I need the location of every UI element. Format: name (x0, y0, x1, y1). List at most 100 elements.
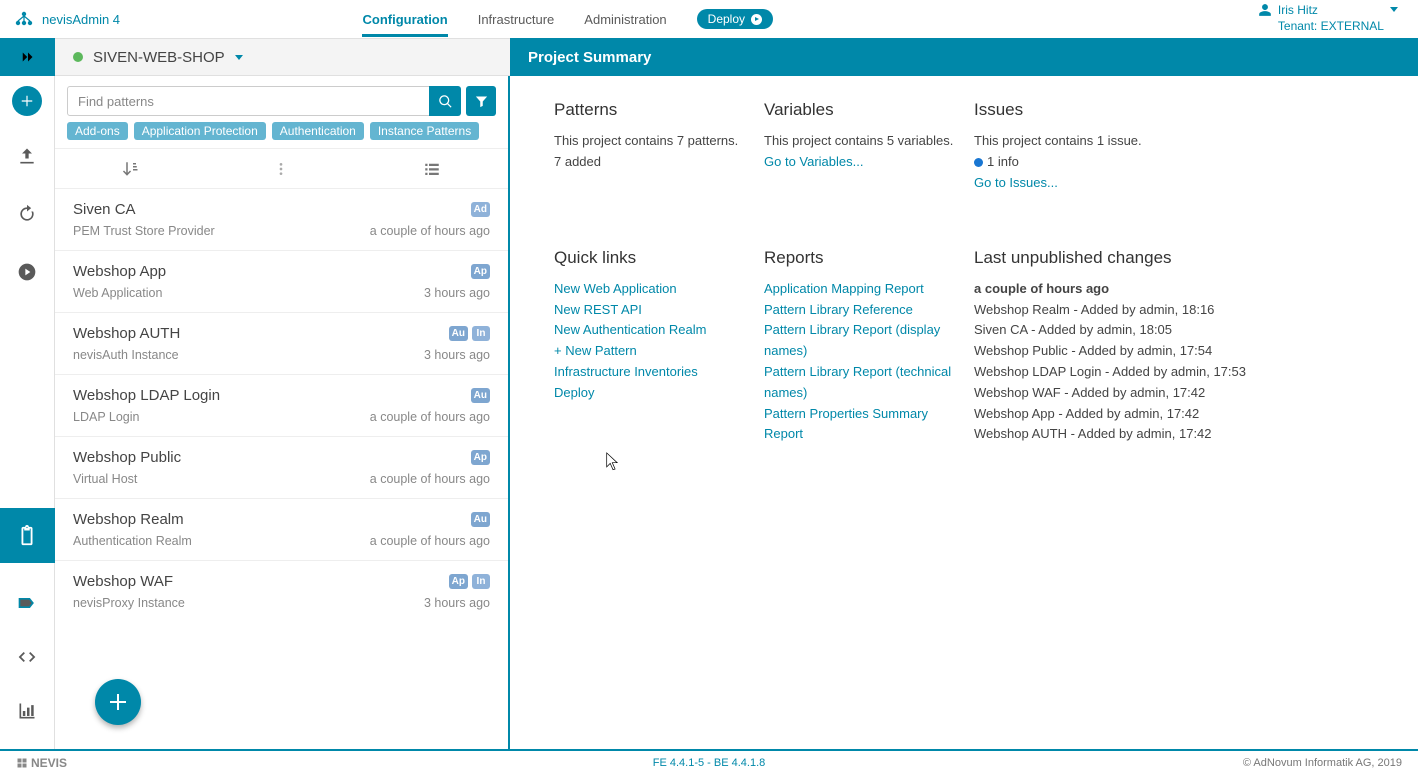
filter-chip[interactable]: Instance Patterns (370, 122, 479, 140)
pattern-badges: Ap (471, 264, 490, 279)
quick-link[interactable]: + New Pattern (554, 341, 754, 362)
pattern-item[interactable]: Webshop LDAP Login Au LDAP Login a couple o… (55, 374, 508, 436)
clipboard-button[interactable] (0, 508, 55, 563)
reports-title: Reports (764, 244, 964, 271)
chevron-down-icon (235, 55, 243, 60)
user-icon (1258, 3, 1272, 17)
quick-link[interactable]: New REST API (554, 300, 754, 321)
search-button[interactable] (429, 86, 461, 116)
filter-chip[interactable]: Authentication (272, 122, 364, 140)
change-entry: Webshop AUTH - Added by admin, 17:42 (974, 424, 1388, 445)
list-view-button[interactable] (358, 149, 507, 188)
add-button[interactable] (12, 86, 42, 116)
pattern-name: Webshop Public (73, 449, 181, 466)
issues-link[interactable]: Go to Issues... (974, 173, 1388, 194)
quick-link[interactable]: Infrastructure Inventories (554, 362, 754, 383)
version-label: FE 4.4.1-5 - BE 4.4.1.8 (653, 757, 766, 769)
pattern-type: LDAP Login (73, 410, 140, 424)
main: Add-ons Application Protection Authenticat… (0, 76, 1418, 749)
status-dot (73, 52, 83, 62)
pattern-name: Webshop Realm (73, 511, 184, 528)
pattern-name: Siven CA (73, 201, 136, 218)
project-name: SIVEN-WEB-SHOP (93, 49, 225, 66)
change-entry: Webshop App - Added by admin, 17:42 (974, 404, 1388, 425)
pattern-time: a couple of hours ago (370, 410, 490, 424)
change-entry: Webshop LDAP Login - Added by admin, 17:… (974, 362, 1388, 383)
quick-link[interactable]: Deploy (554, 383, 754, 404)
pattern-badges: Ap (471, 450, 490, 465)
pattern-badges: AuIn (449, 326, 490, 341)
project-selector[interactable]: SIVEN-WEB-SHOP (55, 38, 510, 76)
pattern-item[interactable]: Webshop WAFApInnevisProxy Instance3 hour… (55, 560, 508, 622)
quick-link[interactable]: New Authentication Realm (554, 320, 754, 341)
report-link[interactable]: Pattern Library Reference (764, 300, 964, 321)
chevron-down-icon (1390, 7, 1398, 12)
tab-infrastructure[interactable]: Infrastructure (478, 4, 555, 35)
patterns-count: This project contains 7 patterns. (554, 131, 754, 152)
badge: Ap (471, 264, 490, 279)
badge: In (472, 326, 490, 341)
code-button[interactable] (9, 639, 45, 675)
deploy-label: Deploy (708, 12, 745, 26)
variables-link[interactable]: Go to Variables... (764, 152, 964, 173)
badge: In (472, 574, 490, 589)
chart-button[interactable] (9, 693, 45, 729)
pattern-item[interactable]: Siven CAAdPEM Trust Store Providera coup… (55, 188, 508, 250)
sort-button[interactable] (56, 149, 205, 188)
sidebar-toggle[interactable] (0, 38, 55, 76)
badge: Ap (471, 450, 490, 465)
filter-chip[interactable]: Add-ons (67, 122, 128, 140)
pattern-badges: Au (471, 388, 490, 403)
fab-add-pattern[interactable] (95, 679, 141, 725)
user-menu[interactable]: Iris Hitz Tenant: EXTERNAL (1258, 3, 1398, 34)
badge: Au (471, 512, 490, 527)
change-entry: Webshop WAF - Added by admin, 17:42 (974, 383, 1388, 404)
change-entry: Webshop Realm - Added by admin, 18:16 (974, 300, 1388, 321)
refresh-button[interactable] (9, 196, 45, 232)
report-link[interactable]: Application Mapping Report (764, 279, 964, 300)
pattern-item[interactable]: Webshop AppApWeb Application3 hours ago (55, 250, 508, 312)
list-toolbar (55, 148, 508, 188)
pattern-name: Webshop LDAP Login (73, 387, 220, 404)
report-link[interactable]: Pattern Library Report (technical names) (764, 362, 964, 404)
upload-button[interactable] (9, 138, 45, 174)
patterns-title: Patterns (554, 96, 754, 123)
more-button[interactable] (207, 149, 356, 188)
filter-chip[interactable]: Application Protection (134, 122, 266, 140)
pattern-type: PEM Trust Store Provider (73, 224, 215, 238)
pattern-type: Authentication Realm (73, 534, 192, 548)
pattern-time: 3 hours ago (424, 348, 490, 362)
report-link[interactable]: Pattern Properties Summary Report (764, 404, 964, 446)
badge: Ad (471, 202, 490, 217)
quick-link[interactable]: New Web Application (554, 279, 754, 300)
pattern-type: Virtual Host (73, 472, 137, 486)
filter-chips: Add-ons Application Protection Authenticat… (55, 122, 508, 148)
pattern-item[interactable]: Webshop RealmAuAuthentication Realma cou… (55, 498, 508, 560)
change-entry: Siven CA - Added by admin, 18:05 (974, 320, 1388, 341)
tab-administration[interactable]: Administration (584, 4, 666, 35)
run-button[interactable] (9, 254, 45, 290)
variables-title: Variables (764, 96, 964, 123)
content-area: Patterns This project contains 7 pattern… (510, 76, 1418, 749)
pattern-item[interactable]: Webshop AUTHAuInnevisAuth Instance3 hour… (55, 312, 508, 374)
change-entry: Webshop Public - Added by admin, 17:54 (974, 341, 1388, 362)
badge: Au (471, 388, 490, 403)
changes-title: Last unpublished changes (974, 244, 1388, 271)
changes-when: a couple of hours ago (974, 279, 1388, 300)
brand[interactable]: nevisAdmin 4 (14, 11, 120, 27)
search-input[interactable] (67, 86, 460, 116)
pattern-time: 3 hours ago (424, 286, 490, 300)
report-link[interactable]: Pattern Library Report (display names) (764, 320, 964, 362)
pattern-time: 3 hours ago (424, 596, 490, 610)
brand-label: nevisAdmin 4 (42, 12, 120, 27)
deploy-button[interactable]: Deploy (697, 9, 773, 29)
pattern-type: Web Application (73, 286, 162, 300)
top-nav: Configuration Infrastructure Administrat… (362, 4, 773, 35)
filter-button[interactable] (466, 86, 496, 116)
tag-button[interactable] (9, 585, 45, 621)
pattern-type: nevisProxy Instance (73, 596, 185, 610)
badge: Ap (449, 574, 468, 589)
issues-info: 1 info (974, 152, 1388, 173)
pattern-item[interactable]: Webshop PublicApVirtual Hosta couple of … (55, 436, 508, 498)
tab-configuration[interactable]: Configuration (362, 4, 447, 35)
